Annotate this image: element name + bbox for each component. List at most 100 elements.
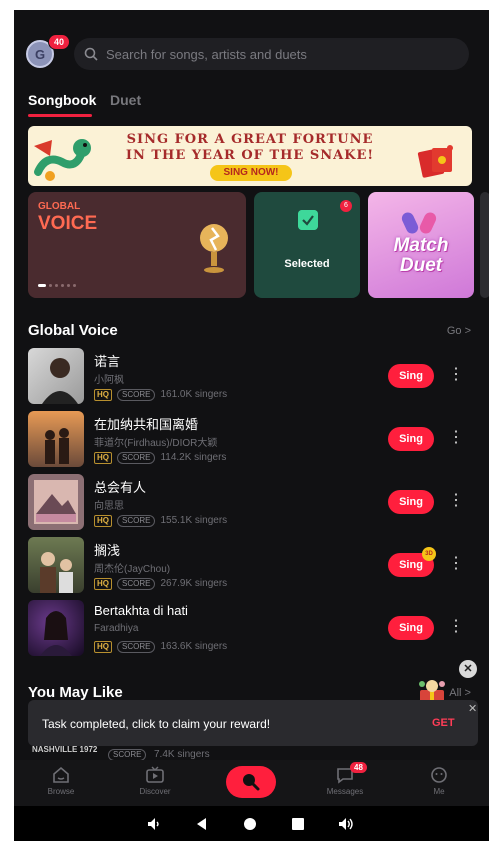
- song-title: 在加纳共和国离婚: [94, 417, 199, 432]
- toast-message: Task completed, click to claim your rewa…: [42, 717, 271, 731]
- carousel-dot: [55, 284, 58, 287]
- red-envelope-icon: [417, 145, 453, 178]
- song-row[interactable]: 诺言 小阿枫 HQ SCORE 161.0K singers Sing ⋮: [28, 348, 478, 406]
- sing-button[interactable]: Sing: [388, 427, 434, 451]
- more-options-icon[interactable]: ⋮: [448, 490, 464, 514]
- you-may-like-peek-row[interactable]: NASHVILLE 1972 SCORE 7.4K singers: [28, 745, 478, 761]
- score-badge: SCORE: [117, 388, 156, 401]
- feature-cards: GLOBAL VOICE 6 Selected Match Duet: [28, 192, 489, 300]
- song-title: 诺言: [94, 354, 121, 369]
- volume-up-icon[interactable]: [338, 816, 354, 832]
- song-row[interactable]: 在加纳共和国离婚 菲道尔(Firdhaus)/DIOR大颖 HQ SCORE 1…: [28, 411, 478, 469]
- nav-browse[interactable]: Browse: [26, 766, 96, 796]
- song-title: 总会有人: [94, 480, 147, 495]
- banner-line-2: IN THE YEAR OF THE SNAKE!: [125, 148, 375, 163]
- couple-silhouette-icon: [45, 428, 69, 464]
- song-artist: Faradhiya: [94, 623, 139, 634]
- carousel-dot: [73, 284, 76, 287]
- hq-badge: HQ: [94, 451, 112, 464]
- search-placeholder: Search for songs, artists and duets: [106, 46, 307, 62]
- score-badge: SCORE: [117, 514, 156, 527]
- bottom-navigation: Browse Discover Messages 48 Me: [14, 760, 489, 806]
- back-icon[interactable]: [194, 816, 210, 832]
- song-thumbnail: [28, 474, 84, 530]
- nav-me-label: Me: [433, 787, 445, 796]
- banner-line-1: SING FOR A GREAT FORTUNE: [126, 132, 374, 147]
- song-thumbnail: [28, 537, 84, 593]
- nav-messages[interactable]: Messages: [310, 766, 380, 796]
- song-title: Bertakhta di hati: [94, 603, 188, 618]
- score-badge: SCORE: [117, 640, 156, 653]
- home-icon: [53, 766, 69, 783]
- singer-count: 7.4K singers: [154, 749, 210, 760]
- global-voice-line-2: VOICE: [38, 213, 98, 234]
- home-button-icon[interactable]: [242, 816, 258, 832]
- song-row[interactable]: Bertakhta di hati Faradhiya HQ SCORE 163…: [28, 600, 478, 658]
- carousel-dot: [61, 284, 64, 287]
- more-options-icon[interactable]: ⋮: [448, 553, 464, 577]
- toast-close-icon[interactable]: ✕: [468, 702, 477, 715]
- song-row[interactable]: 总会有人 向思思 HQ SCORE 155.1K singers Sing ⋮: [28, 474, 478, 532]
- song-artist: 周杰伦(JayChou): [94, 564, 171, 575]
- song-row[interactable]: 搁浅 周杰伦(JayChou) HQ SCORE 267.9K singers …: [28, 537, 478, 595]
- sing-button[interactable]: Sing: [388, 364, 434, 388]
- app-screen: G 40 Search for songs, artists and duets…: [14, 10, 489, 841]
- song-artist: 小阿枫: [94, 375, 124, 386]
- close-floating-icon[interactable]: ✕: [459, 660, 477, 678]
- golden-microphone-icon: [200, 224, 228, 273]
- global-voice-line-1: GLOBAL: [38, 201, 81, 212]
- song-artist: 向思思: [94, 501, 124, 512]
- avatar-initial: G: [34, 46, 46, 62]
- top-bar: G 40 Search for songs, artists and duets: [14, 34, 489, 74]
- messages-badge: 48: [350, 762, 367, 773]
- song-meta: HQ SCORE 155.1K singers: [94, 514, 227, 527]
- song-meta: HQ SCORE 163.6K singers: [94, 640, 227, 653]
- song-thumbnail: [28, 348, 84, 404]
- hq-badge: HQ: [94, 514, 112, 527]
- volume-down-icon[interactable]: [146, 816, 162, 832]
- recents-icon[interactable]: [290, 816, 306, 832]
- tab-songbook[interactable]: Songbook: [28, 92, 96, 108]
- nav-discover-label: Discover: [139, 787, 171, 796]
- toast-get-button[interactable]: GET: [432, 717, 455, 729]
- global-voice-card[interactable]: GLOBAL VOICE: [28, 192, 246, 298]
- global-voice-go-link[interactable]: Go >: [447, 325, 471, 337]
- tab-duet[interactable]: Duet: [110, 92, 141, 108]
- selected-label: Selected: [284, 258, 330, 270]
- nav-browse-label: Browse: [47, 787, 75, 796]
- peek-thumb-text: NASHVILLE 1972: [32, 745, 98, 754]
- global-voice-section-title: Global Voice: [28, 322, 118, 339]
- singer-portrait-icon: [40, 552, 73, 593]
- song-meta: HQ SCORE 267.9K singers: [94, 577, 227, 590]
- more-options-icon[interactable]: ⋮: [448, 364, 464, 388]
- promo-banner[interactable]: SING FOR A GREAT FORTUNE IN THE YEAR OF …: [28, 126, 472, 186]
- song-thumbnail: [28, 411, 84, 467]
- tab-active-indicator: [28, 114, 92, 117]
- singer-count: 155.1K singers: [160, 515, 228, 526]
- sing-center-button[interactable]: [226, 766, 276, 798]
- nav-discover[interactable]: Discover: [120, 766, 190, 796]
- sing-button[interactable]: Sing: [388, 616, 434, 640]
- sing-button[interactable]: Sing: [388, 490, 434, 514]
- match-duet-line-2: Duet: [399, 255, 443, 276]
- profile-face-icon: [431, 767, 447, 783]
- nav-me[interactable]: Me: [404, 766, 474, 796]
- global-voice-card-title: GLOBAL VOICE: [38, 201, 98, 234]
- song-thumbnail: [28, 600, 84, 656]
- score-badge: SCORE: [117, 577, 156, 590]
- sing-now-button[interactable]: SING NOW!: [210, 165, 292, 181]
- singer-count: 267.9K singers: [160, 578, 228, 589]
- selected-card[interactable]: 6 Selected: [254, 192, 360, 298]
- carousel-dot: [49, 284, 52, 287]
- carousel-dot: [38, 284, 46, 287]
- hq-badge: HQ: [94, 640, 112, 653]
- search-bar[interactable]: Search for songs, artists and duets: [74, 38, 469, 70]
- singer-count: 163.6K singers: [160, 641, 228, 652]
- more-options-icon[interactable]: ⋮: [448, 427, 464, 451]
- singer-portrait-icon: [40, 611, 72, 656]
- more-options-icon[interactable]: ⋮: [448, 616, 464, 640]
- next-card-peek[interactable]: [480, 192, 489, 298]
- reward-toast[interactable]: Task completed, click to claim your rewa…: [28, 700, 478, 746]
- match-duet-card[interactable]: Match Duet: [368, 192, 474, 298]
- song-meta: HQ SCORE 114.2K singers: [94, 451, 226, 464]
